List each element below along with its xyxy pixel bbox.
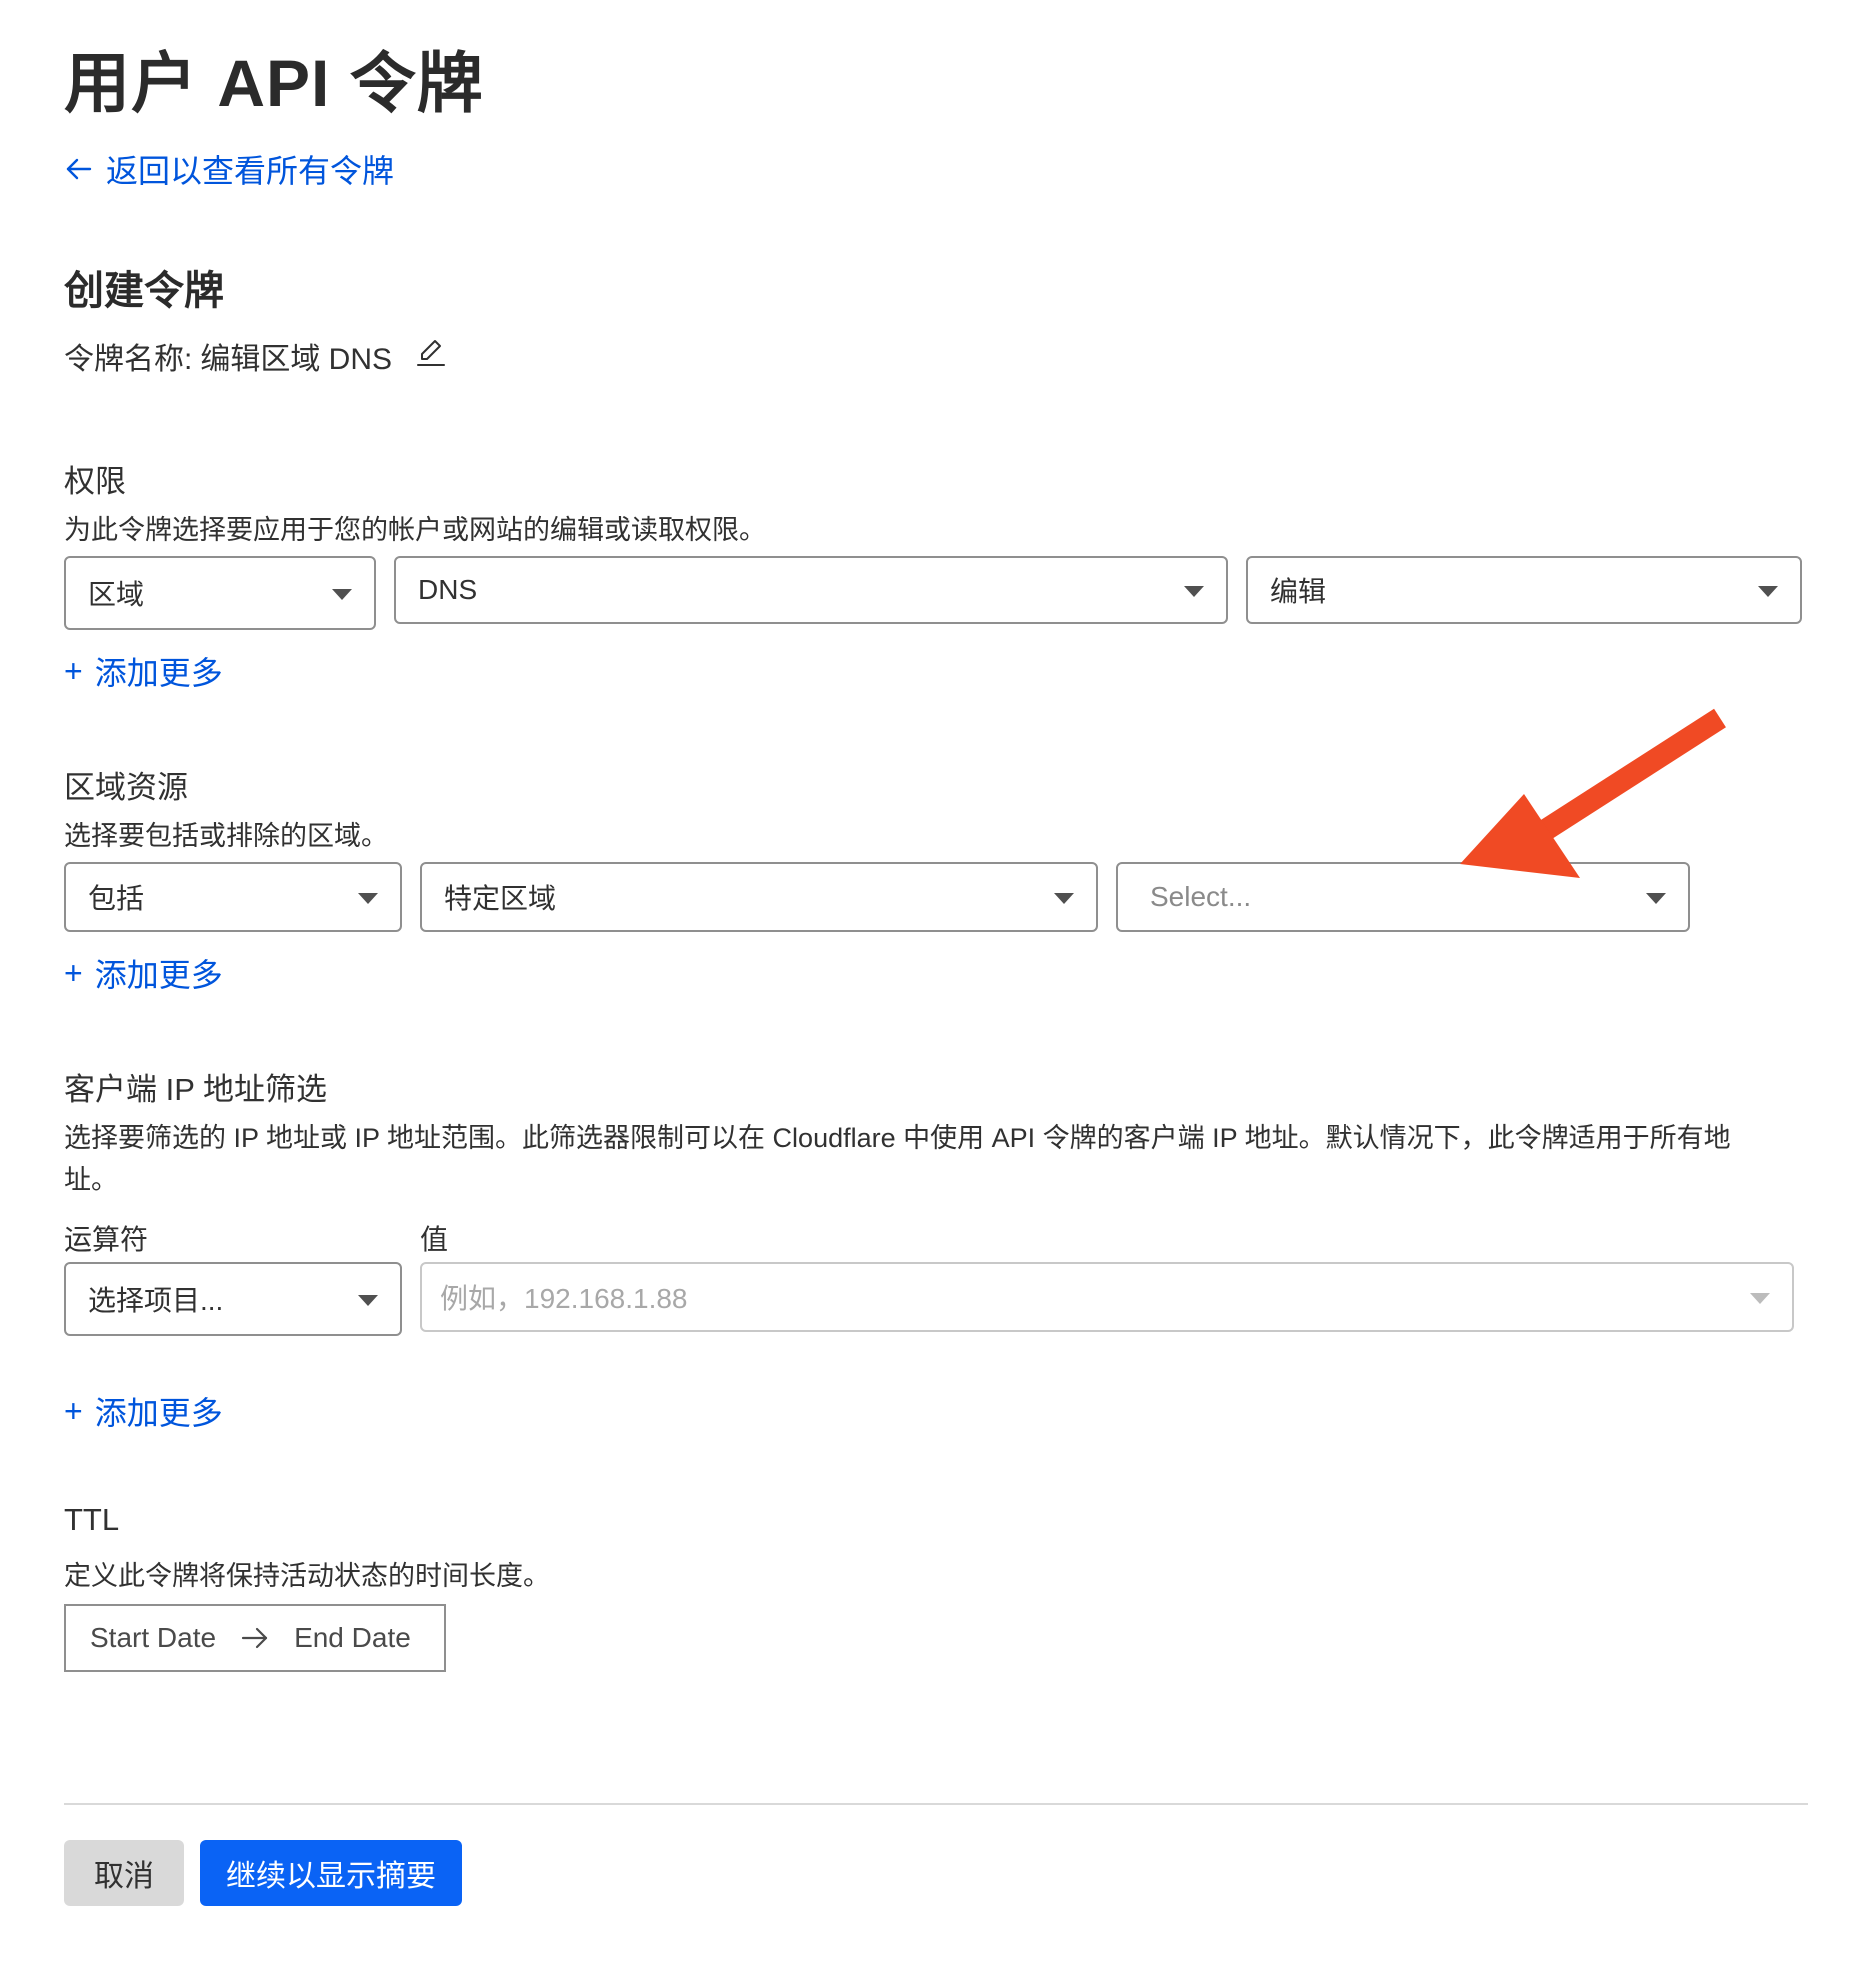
ttl-title: TTL xyxy=(64,1502,120,1537)
ip-filter-add-more-link[interactable]: + 添加更多 xyxy=(64,1388,223,1434)
permissions-description: 为此令牌选择要应用于您的帐户或网站的编辑或读取权限。 xyxy=(64,515,766,545)
permission-group-select[interactable]: DNS xyxy=(394,556,1228,624)
caret-down-icon xyxy=(1054,893,1074,904)
caret-down-icon xyxy=(1750,1293,1770,1304)
zone-resources-description: 选择要包括或排除的区域。 xyxy=(64,821,388,851)
arrow-right-icon xyxy=(241,1627,268,1649)
back-to-tokens-link[interactable]: 返回以查看所有令牌 xyxy=(64,146,394,192)
section-title: 创建令牌 xyxy=(64,269,224,313)
token-name-row: 令牌名称: 编辑区域 DNS xyxy=(64,334,448,378)
cancel-button[interactable]: 取消 xyxy=(64,1840,184,1906)
caret-down-icon xyxy=(332,589,352,600)
zone-type-value: 特定区域 xyxy=(444,883,557,914)
client-ip-filter-description-line1: 选择要筛选的 IP 地址或 IP 地址范围。此筛选器限制可以在 Cloudfla… xyxy=(64,1123,1731,1153)
ttl-date-range-picker: Start Date End Date xyxy=(64,1604,446,1672)
add-more-label: 添加更多 xyxy=(94,1395,223,1431)
zone-resources-add-more-link[interactable]: + 添加更多 xyxy=(64,950,223,996)
add-more-label: 添加更多 xyxy=(94,655,223,691)
page-title: 用户 API 令牌 xyxy=(64,46,484,120)
add-more-label: 添加更多 xyxy=(94,957,223,993)
operator-placeholder: 选择项目... xyxy=(88,1285,224,1316)
caret-down-icon xyxy=(1646,893,1666,904)
zone-resources-title: 区域资源 xyxy=(64,770,188,805)
end-date-input[interactable]: End Date xyxy=(294,1622,411,1654)
footer-divider xyxy=(64,1803,1808,1805)
start-date-input[interactable]: Start Date xyxy=(90,1622,216,1654)
client-ip-filter-title: 客户端 IP 地址筛选 xyxy=(64,1072,327,1107)
pencil-icon[interactable] xyxy=(414,335,448,369)
permissions-title: 权限 xyxy=(64,464,126,499)
permission-group-value: DNS xyxy=(418,574,478,605)
zone-type-select[interactable]: 特定区域 xyxy=(420,862,1098,932)
caret-down-icon xyxy=(1758,586,1778,597)
zone-select-placeholder: Select... xyxy=(1150,881,1252,912)
annotation-arrow-icon xyxy=(1460,708,1726,878)
plus-icon: + xyxy=(64,954,83,991)
plus-icon: + xyxy=(64,1392,83,1429)
continue-to-summary-button[interactable]: 继续以显示摘要 xyxy=(200,1840,462,1906)
caret-down-icon xyxy=(358,893,378,904)
ip-value-input[interactable]: 例如，192.168.1.88 xyxy=(420,1262,1794,1332)
ttl-description: 定义此令牌将保持活动状态的时间长度。 xyxy=(64,1561,550,1591)
operator-label: 运算符 xyxy=(64,1224,149,1255)
plus-icon: + xyxy=(64,652,83,689)
value-label: 值 xyxy=(420,1224,449,1255)
token-name-label: 令牌名称: xyxy=(64,343,193,376)
caret-down-icon xyxy=(358,1295,378,1306)
client-ip-filter-description-line2: 址。 xyxy=(64,1165,118,1195)
permission-scope-select[interactable]: 区域 xyxy=(64,556,376,630)
arrow-left-icon xyxy=(66,158,92,180)
back-link-label: 返回以查看所有令牌 xyxy=(106,153,395,189)
permissions-add-more-link[interactable]: + 添加更多 xyxy=(64,648,223,694)
permission-level-select[interactable]: 编辑 xyxy=(1246,556,1802,624)
operator-select[interactable]: 选择项目... xyxy=(64,1262,402,1336)
zone-include-value: 包括 xyxy=(88,883,145,914)
permission-level-value: 编辑 xyxy=(1270,576,1327,607)
token-name-value: 编辑区域 DNS xyxy=(200,343,393,376)
permission-scope-value: 区域 xyxy=(88,579,145,610)
caret-down-icon xyxy=(1184,586,1204,597)
ip-value-placeholder: 例如，192.168.1.88 xyxy=(440,1283,688,1314)
zone-include-select[interactable]: 包括 xyxy=(64,862,402,932)
